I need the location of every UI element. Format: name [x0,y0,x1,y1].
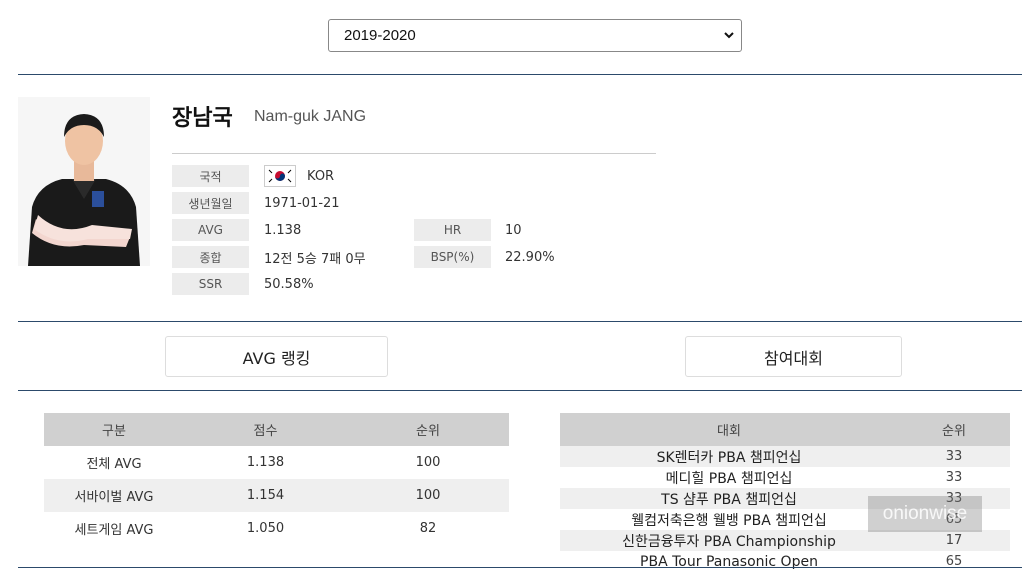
ssr-label: SSR [172,273,249,295]
table-row: 세트게임 AVG 1.050 82 [44,512,509,545]
table-cell: 65 [945,554,963,569]
column-header: 순위 [347,413,509,446]
table-cell: PBA Tour Panasonic Open [640,553,818,570]
birth-label: 생년월일 [172,192,249,214]
table-row[interactable]: PBA Tour Panasonic Open 65 [560,551,1010,572]
divider [18,321,1022,322]
column-header: 순위 [898,413,1010,446]
table-cell: 서바이벌 AVG [44,479,184,512]
table-header-row: 구분 점수 순위 [44,413,509,446]
nationality-value: KOR [307,168,335,184]
column-header: 대회 [560,413,898,446]
divider [18,74,1022,75]
table-cell: 1.138 [246,455,285,470]
ssr-value: 50.58% [264,276,314,292]
divider [18,390,1022,391]
player-photo [18,97,150,266]
season-select-value: 2019-2020 [344,27,416,44]
tournament-table: 대회 순위 SK렌터카 PBA 챔피언십 33 메디힐 PBA 챔피언십 33 … [560,413,1010,572]
table-row[interactable]: 신한금융투자 PBA Championship 17 [560,530,1010,551]
hr-value: 10 [505,222,522,238]
record-label: 종합 [172,246,249,268]
table-row: 서바이벌 AVG 1.154 100 [44,479,509,512]
table-cell: 17 [898,530,1010,551]
season-select[interactable]: 2019-2020 [328,19,742,52]
table-cell: 1.154 [184,479,347,512]
hr-label: HR [414,219,491,241]
korea-flag-icon [264,165,296,187]
divider [18,567,1022,568]
player-name-english: Nam-guk JANG [254,108,367,125]
avg-value: 1.138 [264,222,302,238]
table-header-row: 대회 순위 [560,413,1010,446]
divider [172,153,656,154]
column-header: 구분 [44,413,184,446]
birth-value: 1971-01-21 [264,195,340,211]
record-value: 12전 5승 7패 0무 [264,251,366,267]
chevron-down-icon [724,32,734,39]
watermark: onionwise [868,496,982,532]
avg-label: AVG [172,219,249,241]
nationality-label: 국적 [172,165,249,187]
column-header: 점수 [184,413,347,446]
avg-ranking-table: 구분 점수 순위 전체 AVG 1.138 100 서바이벌 AVG 1.154… [44,413,509,545]
table-row[interactable]: SK렌터카 PBA 챔피언십 33 [560,446,1010,467]
table-cell: SK렌터카 PBA 챔피언십 [560,446,898,467]
table-cell: 웰컴저축은행 웰뱅 PBA 챔피언십 [631,512,827,529]
table-cell: 메디힐 PBA 챔피언십 [665,470,793,487]
bsp-value: 22.90% [505,249,555,265]
table-cell: 33 [898,446,1010,467]
tab-tournaments[interactable]: 참여대회 [685,336,902,377]
table-cell: 100 [415,455,441,470]
table-row[interactable]: 메디힐 PBA 챔피언십 33 [560,467,1010,488]
table-cell: 세트게임 AVG [74,523,154,538]
table-cell: TS 샴푸 PBA 챔피언십 [560,488,898,509]
table-cell: 33 [945,470,963,485]
table-cell: 100 [347,479,509,512]
table-row: 전체 AVG 1.138 100 [44,446,509,479]
table-cell: 신한금융투자 PBA Championship [560,530,898,551]
table-cell: 82 [419,521,437,536]
table-cell: 전체 AVG [86,457,142,472]
table-cell: 1.050 [246,521,285,536]
bsp-label: BSP(%) [414,246,491,268]
tab-avg-ranking[interactable]: AVG 랭킹 [165,336,388,377]
player-name-korean: 장남국 [172,106,233,131]
